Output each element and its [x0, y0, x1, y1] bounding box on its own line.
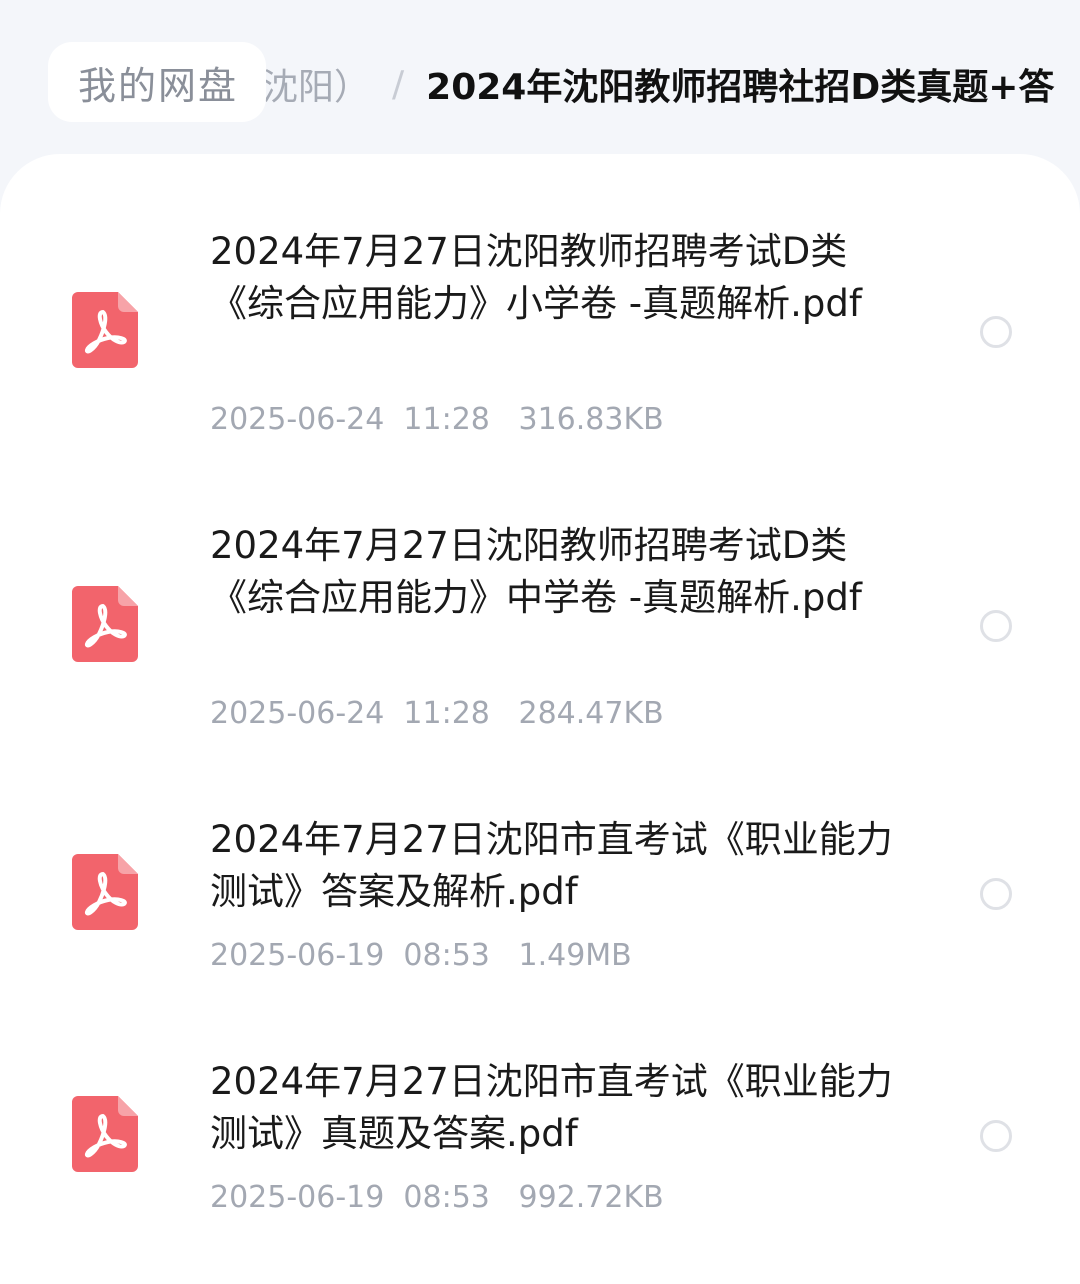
breadcrumb-root-my-drive[interactable]: 我的网盘	[48, 42, 267, 122]
pdf-file-icon	[72, 586, 138, 662]
pdf-file-icon	[72, 854, 138, 930]
select-radio[interactable]	[980, 316, 1012, 348]
pdf-file-icon	[72, 1096, 138, 1172]
breadcrumb-current-folder: 2024年沈阳教师招聘社招D类真题+答	[426, 67, 1055, 108]
file-name: 2024年7月27日沈阳教师招聘考试D类《综合应用能力》小学卷 -真题解析.pd…	[210, 230, 862, 325]
select-radio[interactable]	[980, 878, 1012, 910]
breadcrumb: 我的网盘 沈阳） / 2024年沈阳教师招聘社招D类真题+答	[0, 0, 1080, 160]
file-meta: 2025-06-24 11:28 284.47KB	[210, 696, 664, 731]
file-meta: 2025-06-24 11:28 316.83KB	[210, 402, 664, 437]
file-meta: 2025-06-19 08:53 992.72KB	[210, 1180, 664, 1215]
file-meta: 2025-06-19 08:53 1.49MB	[210, 938, 632, 973]
pdf-file-icon	[72, 292, 138, 368]
file-name: 2024年7月27日沈阳市直考试《职业能力测试》真题及答案.pdf	[210, 1060, 893, 1155]
breadcrumb-separator: /	[392, 63, 405, 105]
select-radio[interactable]	[980, 610, 1012, 642]
breadcrumb-trail: 沈阳） / 2024年沈阳教师招聘社招D类真题+答	[262, 56, 1054, 112]
file-name: 2024年7月27日沈阳市直考试《职业能力测试》答案及解析.pdf	[210, 818, 893, 913]
select-radio[interactable]	[980, 1120, 1012, 1152]
file-name: 2024年7月27日沈阳教师招聘考试D类《综合应用能力》中学卷 -真题解析.pd…	[210, 524, 862, 619]
breadcrumb-parent-folder[interactable]: 沈阳）	[262, 58, 370, 110]
file-list: 2024年7月27日沈阳教师招聘考试D类《综合应用能力》小学卷 -真题解析.pd…	[0, 154, 1080, 1284]
